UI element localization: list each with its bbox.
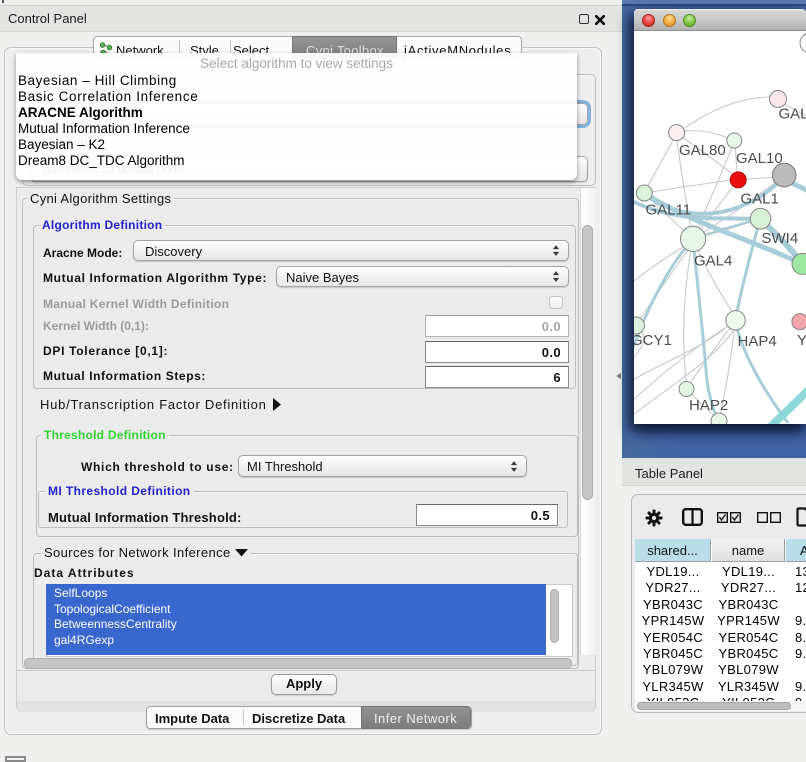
svg-text:SWI4: SWI4 xyxy=(762,230,799,247)
svg-text:GCY1: GCY1 xyxy=(634,332,672,349)
svg-text:GAL7: GAL7 xyxy=(779,106,806,123)
svg-text:HAP2: HAP2 xyxy=(689,397,728,414)
svg-text:HAP4: HAP4 xyxy=(738,333,777,350)
svg-text:GAL80: GAL80 xyxy=(679,142,726,159)
svg-text:Y: Y xyxy=(797,332,806,349)
svg-text:GAL4: GAL4 xyxy=(694,253,732,270)
svg-text:GAL11: GAL11 xyxy=(646,202,692,219)
svg-text:GAL10: GAL10 xyxy=(736,150,783,167)
svg-text:GAL1: GAL1 xyxy=(741,191,779,208)
